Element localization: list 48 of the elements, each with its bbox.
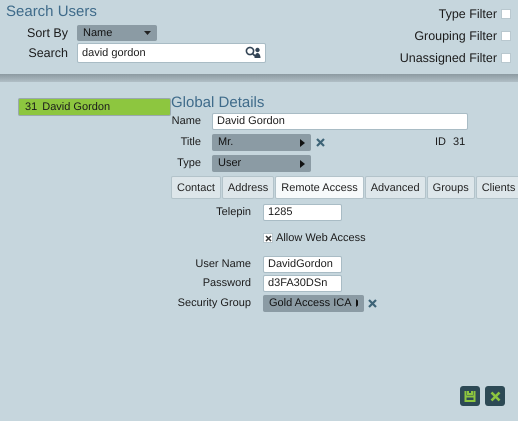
page-title: Search Users [6, 3, 98, 21]
title-dropdown[interactable]: Mr. [212, 134, 311, 151]
sort-by-label: Sort By [26, 26, 68, 40]
section-title: Global Details [171, 94, 266, 111]
checkbox[interactable] [263, 233, 273, 244]
filter-label: Grouping Filter [414, 29, 497, 43]
cancel-button[interactable] [485, 386, 505, 406]
password-field[interactable]: d3FA30DSn [263, 274, 342, 292]
checkbox[interactable] [501, 53, 511, 63]
type-dropdown[interactable]: User [212, 155, 311, 172]
id-value: 31 [453, 135, 466, 150]
caret-icon [144, 31, 151, 35]
search-user-icon [245, 46, 261, 60]
search-label: Search [27, 46, 68, 60]
security-group-dropdown[interactable]: Gold Access ICA [263, 294, 364, 312]
save-button[interactable] [460, 386, 480, 406]
clear-icon[interactable] [368, 298, 377, 308]
clear-icon[interactable] [316, 138, 325, 147]
checkbox-label: Allow Web Access [276, 231, 366, 246]
checkbox[interactable] [501, 31, 511, 41]
close-icon [490, 390, 500, 402]
checkbox[interactable] [501, 9, 511, 19]
user-name-field[interactable]: DavidGordon [263, 256, 342, 272]
arrow-icon [356, 299, 358, 307]
name-field[interactable]: David Gordon [212, 113, 468, 130]
telepin-field[interactable]: 1285 [263, 204, 342, 221]
search-field[interactable]: david gordon [77, 43, 266, 63]
tab[interactable]: Remote Access [275, 176, 364, 199]
security-group-label: Security Group [176, 296, 251, 311]
sort-by-dropdown[interactable]: Name [77, 25, 157, 41]
tab[interactable]: Groups [426, 176, 475, 199]
name-label: Name [171, 114, 201, 130]
telepin-label: Telepin [215, 205, 251, 220]
id-label: ID [435, 135, 446, 150]
tab[interactable]: Advanced [364, 176, 426, 199]
type-label: Type [176, 156, 201, 172]
result-item[interactable]: 31 David Gordon [18, 98, 171, 116]
title-label: Title [180, 135, 201, 150]
tab[interactable]: Clients [476, 176, 518, 199]
arrow-icon [300, 138, 305, 146]
tab[interactable]: Contact [171, 176, 221, 199]
filter-label: Type Filter [438, 7, 497, 21]
tab[interactable]: Address [222, 176, 274, 199]
arrow-icon [300, 160, 305, 168]
filter-label: Unassigned Filter [400, 51, 497, 65]
user-name-label: User Name [194, 256, 251, 272]
save-icon [464, 390, 476, 402]
password-label: Password [202, 276, 251, 291]
